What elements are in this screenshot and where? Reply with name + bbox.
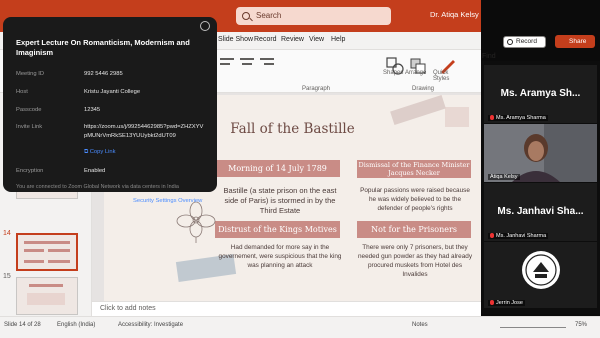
- copy-link-button[interactable]: ⧉ Copy Link: [84, 149, 116, 156]
- shapes-label: Shapes: [383, 70, 404, 76]
- zoom-level[interactable]: 75%: [575, 322, 587, 328]
- record-icon: [507, 39, 513, 45]
- record-label: Record: [516, 38, 537, 45]
- accessibility-indicator[interactable]: Accessibility: Investigate: [118, 322, 183, 328]
- participant-name: Ms. Janhavi Sharma: [488, 233, 549, 239]
- box4-text: There were only 7 prisoners, but they ne…: [357, 244, 473, 278]
- encryption-label: Encryption: [16, 168, 44, 174]
- participant-display-name: Ms. Aramya Sh...: [500, 88, 581, 99]
- find-button[interactable]: Find: [482, 53, 496, 60]
- arrange-label: Arrange: [405, 70, 427, 76]
- user-name[interactable]: Dr. Atiqa Kelsy: [430, 10, 479, 19]
- box2-text: Popular passions were raised because he …: [360, 187, 470, 212]
- drawing-group-label: Drawing: [412, 86, 435, 92]
- thumbnail-number: 14: [3, 230, 11, 237]
- participants-panel: Ms. Aramya Sh... Ms. Aramya Sharma Atiqa…: [481, 61, 600, 314]
- box4-heading: Not for the Prisoners: [357, 221, 471, 238]
- thumbnail-number: 15: [3, 273, 11, 280]
- box3-heading: Distrust of the Kings Motives: [215, 221, 340, 238]
- screen: Search Dr. Atiqa Kelsy Slide Show Record…: [0, 0, 600, 338]
- box1-text: Bastille (a state prison on the east sid…: [223, 186, 337, 215]
- network-note: You are connected to Zoom Global Network…: [16, 184, 179, 190]
- box2-heading: Dismissal of the Finance Minister Jacque…: [357, 160, 471, 178]
- menu-view[interactable]: View: [309, 36, 324, 43]
- host-label: Host: [16, 89, 28, 95]
- college-logo: [522, 251, 560, 289]
- host: Kristu Jayanti College: [84, 89, 141, 95]
- muted-mic-icon: [490, 115, 494, 121]
- search-box[interactable]: Search: [236, 7, 391, 25]
- alignment-icons[interactable]: [218, 54, 278, 80]
- record-button[interactable]: Record: [503, 36, 546, 48]
- quick-styles-label: Quick Styles: [433, 70, 450, 82]
- participant-tile[interactable]: Ms. Janhavi Sha... Ms. Janhavi Sharma: [484, 183, 597, 241]
- menu-record[interactable]: Record: [254, 36, 277, 43]
- passcode: 12345: [84, 107, 101, 113]
- status-bar: Slide 14 of 28 English (India) Accessibi…: [0, 316, 600, 338]
- flower-sketch-icon: [176, 201, 216, 243]
- gear-icon[interactable]: [200, 21, 210, 31]
- security-settings-link[interactable]: Security Settings Overview: [133, 198, 202, 204]
- share-button[interactable]: Share: [555, 35, 595, 48]
- participant-name: Ms. Aramya Sharma: [488, 115, 548, 121]
- participant-display-name: Ms. Janhavi Sha...: [497, 206, 584, 217]
- copy-link-label: Copy Link: [89, 149, 116, 155]
- participant-tile[interactable]: Jerrin Jose: [484, 242, 597, 308]
- meeting-info-popup: Expert Lecture On Romanticism, Modernism…: [3, 17, 217, 204]
- box1-heading: Morning of 14 July 1789: [215, 160, 340, 177]
- participant-name: Jerrin Jose: [488, 300, 525, 306]
- thumbnail-14[interactable]: [16, 233, 78, 271]
- box3-text: Had demanded for more say in the governe…: [218, 244, 342, 269]
- zoom-slider[interactable]: [500, 327, 566, 328]
- menu-help[interactable]: Help: [331, 36, 345, 43]
- meeting-id: 992 5446 2985: [84, 71, 123, 77]
- invite-link-label: Invite Link: [16, 124, 43, 130]
- menu-review[interactable]: Review: [281, 36, 304, 43]
- muted-mic-icon: [490, 233, 494, 239]
- notes-area[interactable]: Click to add notes: [92, 301, 481, 316]
- muted-mic-icon: [490, 300, 494, 306]
- thumbnail-15[interactable]: [16, 277, 78, 315]
- participant-tile[interactable]: Atiqa Kelsy: [484, 124, 597, 182]
- encryption-status: Enabled: [84, 168, 106, 174]
- language-indicator[interactable]: English (India): [57, 322, 95, 328]
- menu-slide-show[interactable]: Slide Show: [218, 36, 253, 43]
- paragraph-group-label: Paragraph: [302, 86, 331, 92]
- participant-name: Atiqa Kelsy: [488, 174, 520, 180]
- slide-count: Slide 14 of 28: [4, 322, 41, 328]
- share-label: Share: [569, 38, 587, 45]
- search-icon: [242, 12, 250, 20]
- meeting-title: Expert Lecture On Romanticism, Modernism…: [16, 38, 190, 57]
- search-placeholder: Search: [256, 11, 282, 20]
- invite-link-line2: pMUNrVmRkSE13YUUybkt2dUT09: [84, 133, 176, 139]
- invite-link-line1: https://zoom.us/j/99254462985?pwd=ZHZXYV: [84, 124, 204, 130]
- meeting-id-label: Meeting ID: [16, 71, 45, 77]
- passcode-label: Passcode: [16, 107, 42, 113]
- participant-tile[interactable]: Ms. Aramya Sh... Ms. Aramya Sharma: [484, 65, 597, 123]
- notes-toggle[interactable]: Notes: [412, 322, 428, 328]
